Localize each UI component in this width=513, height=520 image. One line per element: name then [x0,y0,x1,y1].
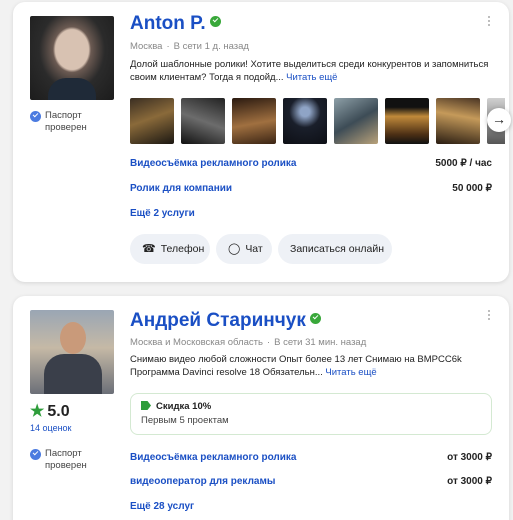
reviews-link[interactable]: 14 оценок [30,423,72,433]
online-status: В сети 1 д. назад [173,41,249,52]
service-name[interactable]: Ролик для компании [130,183,232,194]
description: Снимаю видео любой сложности Опыт более … [130,354,462,378]
more-options-icon[interactable] [487,16,491,28]
specialist-meta: Москва · В сети 1 д. назад [130,41,249,52]
phone-icon: ☎ [142,243,156,255]
phone-button[interactable]: ☎ Телефон [130,234,210,264]
tag-icon [141,401,151,410]
book-online-button[interactable]: Записаться онлайн [278,234,392,264]
read-more-link[interactable]: Читать ещё [325,367,376,378]
description: Долой шаблонные ролики! Хотите выделитьс… [130,59,489,83]
discount-banner: Скидка 10% Первым 5 проектам [130,393,492,435]
specialist-name[interactable]: Андрей Старинчук [130,310,321,332]
portfolio-thumbnail[interactable] [334,98,378,144]
portfolio-thumbnail[interactable] [232,98,276,144]
service-name[interactable]: Видеосъёмка рекламного ролика [130,158,297,169]
service-price: от 3000 ₽ [447,452,492,463]
portfolio-thumbnail[interactable] [283,98,327,144]
online-status: В сети 31 мин. назад [274,337,367,348]
avatar[interactable] [30,16,114,100]
chat-button[interactable]: ◯ Чат [216,234,272,264]
specialist-name[interactable]: Anton P. [130,13,221,35]
passport-check-icon [30,449,41,460]
service-row[interactable]: Ролик для компании 50 000 ₽ [130,183,492,194]
service-row[interactable]: Видеосъёмка рекламного ролика 5000 ₽ / ч… [130,158,492,169]
location: Москва и Московская область [130,337,263,348]
specialist-meta: Москва и Московская область · В сети 31 ми… [130,337,367,348]
portfolio-thumbnail[interactable] [385,98,429,144]
service-price: 50 000 ₽ [452,183,492,194]
service-price: 5000 ₽ / час [435,158,492,169]
portfolio-thumbnail[interactable] [436,98,480,144]
passport-check-icon [30,111,41,122]
chevron-right-icon: → [492,111,506,127]
passport-badge: Паспорт проверен [30,448,105,472]
avatar[interactable] [30,310,114,394]
specialist-card: Anton P. Москва · В сети 1 д. назад Долой … [13,2,511,282]
verified-icon [209,16,221,28]
more-options-icon[interactable] [487,310,491,322]
location: Москва [130,41,163,52]
more-services-link[interactable]: Ещё 2 услуги [130,208,195,219]
portfolio-gallery [130,98,505,144]
service-name[interactable]: видеооператор для рекламы [130,476,275,487]
portfolio-thumbnail[interactable] [181,98,225,144]
star-icon: ★ [30,403,45,420]
service-row[interactable]: видеооператор для рекламы от 3000 ₽ [130,476,492,487]
chat-bubble-icon: ◯ [228,243,241,255]
service-price: от 3000 ₽ [447,476,492,487]
read-more-link[interactable]: Читать ещё [286,72,337,83]
more-services-link[interactable]: Ещё 28 услуг [130,501,194,512]
specialist-card: Андрей Старинчук Москва и Московская обл… [13,296,509,520]
portfolio-thumbnail[interactable] [130,98,174,144]
gallery-next-button[interactable]: → [487,108,511,132]
service-row[interactable]: Видеосъёмка рекламного ролика от 3000 ₽ [130,452,492,463]
verified-icon [309,313,321,325]
passport-badge: Паспорт проверен [30,110,105,134]
service-name[interactable]: Видеосъёмка рекламного ролика [130,452,297,463]
rating: ★ 5.0 [30,403,70,420]
